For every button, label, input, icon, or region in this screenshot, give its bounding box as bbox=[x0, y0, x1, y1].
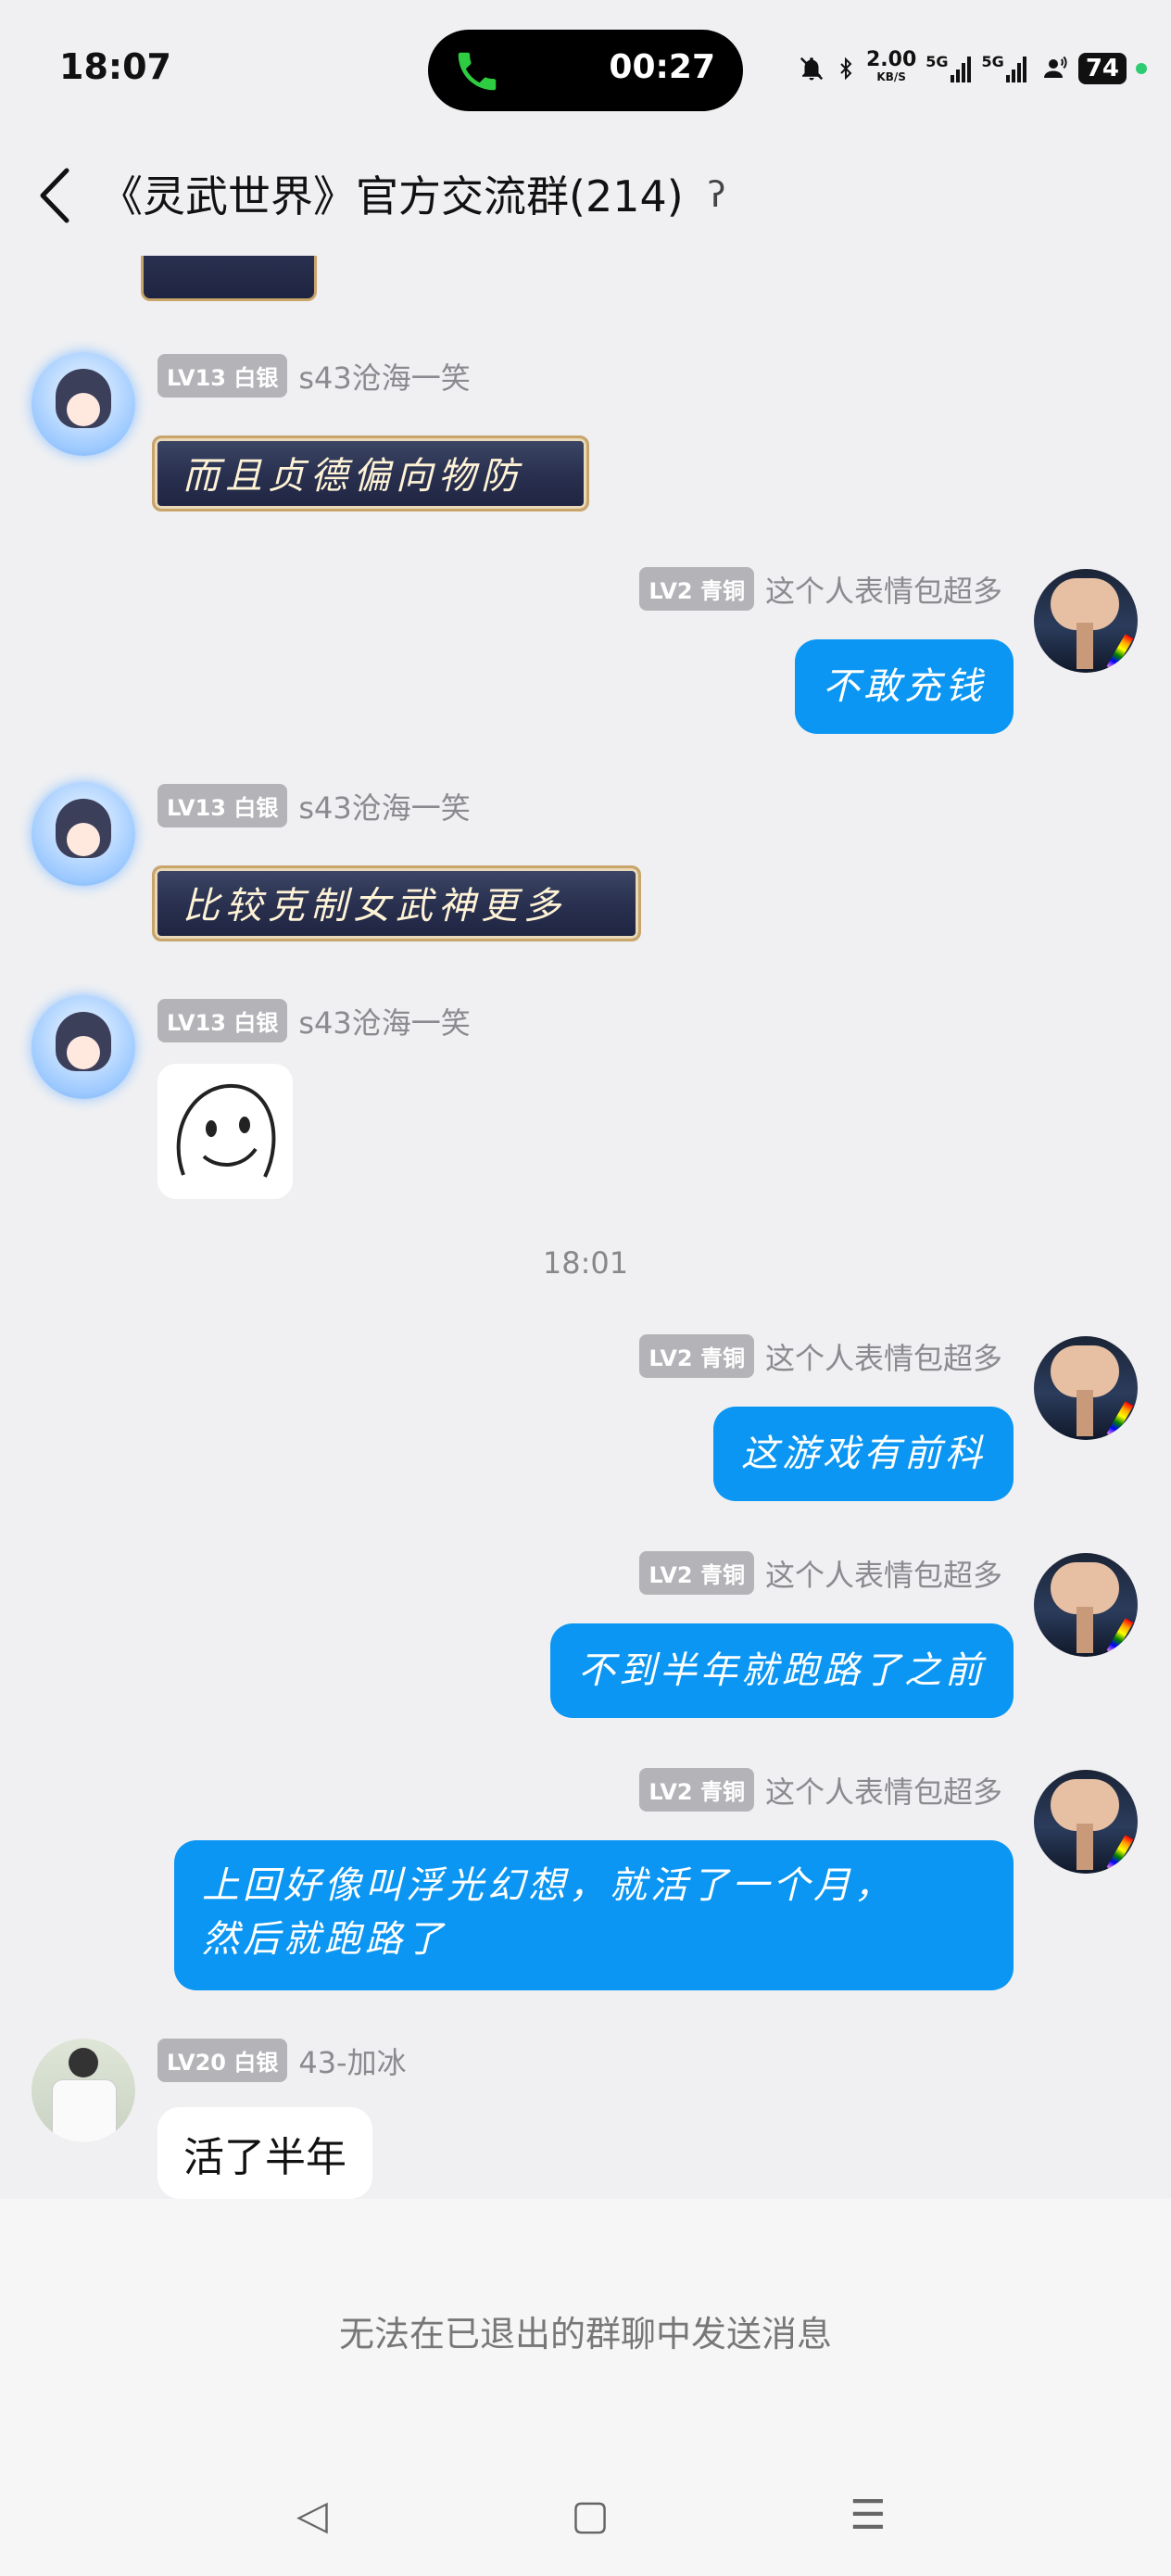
chat-title: 《灵武世界》官方交流群(214) bbox=[100, 171, 684, 221]
ear-icon[interactable]: ʔ bbox=[708, 174, 725, 215]
sender-name[interactable]: 这个人表情包超多 bbox=[765, 568, 1002, 611]
avatar[interactable] bbox=[31, 2039, 135, 2142]
status-time: 18:07 bbox=[59, 46, 171, 87]
level-badge: LV13 白银 bbox=[157, 354, 288, 398]
sender-name[interactable]: 43-加冰 bbox=[298, 2039, 406, 2082]
level-badge: LV2 青铜 bbox=[639, 1551, 754, 1595]
speed-unit: KB/S bbox=[876, 70, 906, 83]
sender-meta: LV13 白银 s43沧海一笑 bbox=[157, 999, 471, 1042]
level-badge: LV13 白银 bbox=[157, 999, 288, 1042]
sender-meta: LV13 白银 s43沧海一笑 bbox=[157, 354, 471, 398]
network-label-2: 5G bbox=[981, 52, 1004, 70]
level-badge: LV20 白银 bbox=[157, 2039, 288, 2082]
sender-name[interactable]: s43沧海一笑 bbox=[298, 1000, 470, 1042]
smirk-face-sticker[interactable] bbox=[157, 1064, 293, 1199]
call-duration: 00:27 bbox=[609, 48, 715, 86]
speed-value: 2.00 bbox=[866, 48, 917, 71]
sender-meta: LV2 青铜 这个人表情包超多 bbox=[639, 1768, 1002, 1812]
signal-icon bbox=[950, 57, 971, 82]
sender-name[interactable]: s43沧海一笑 bbox=[298, 785, 470, 827]
nav-menu-icon[interactable]: ☰ bbox=[845, 2493, 891, 2539]
sender-name[interactable]: 这个人表情包超多 bbox=[765, 1552, 1002, 1595]
bluetooth-icon bbox=[840, 57, 852, 81]
back-chevron-icon[interactable] bbox=[33, 165, 76, 226]
message-bubble[interactable]: 不敢充钱 bbox=[795, 639, 1014, 734]
mute-bell-icon bbox=[800, 57, 824, 81]
sender-meta: LV2 青铜 这个人表情包超多 bbox=[639, 1334, 1002, 1378]
phone-icon bbox=[458, 52, 497, 91]
sticker-partial bbox=[141, 256, 317, 301]
sender-meta: LV2 青铜 这个人表情包超多 bbox=[639, 567, 1002, 611]
message-bubble[interactable]: 这游戏有前科 bbox=[713, 1407, 1014, 1501]
level-badge: LV2 青铜 bbox=[639, 567, 754, 611]
sender-meta: LV20 白银 43-加冰 bbox=[157, 2039, 407, 2082]
sender-name[interactable]: 这个人表情包超多 bbox=[765, 1769, 1002, 1812]
sender-meta: LV2 青铜 这个人表情包超多 bbox=[639, 1551, 1002, 1595]
avatar[interactable] bbox=[1034, 1336, 1138, 1440]
avatar[interactable] bbox=[31, 352, 135, 456]
sender-name[interactable]: s43沧海一笑 bbox=[298, 355, 470, 398]
level-badge: LV2 青铜 bbox=[639, 1334, 754, 1378]
message-bubble[interactable]: 不到半年就跑路了之前 bbox=[550, 1623, 1014, 1718]
nav-home-icon[interactable]: ▢ bbox=[567, 2493, 613, 2539]
sender-meta: LV13 白银 s43沧海一笑 bbox=[157, 784, 471, 827]
avatar[interactable] bbox=[1034, 1770, 1138, 1874]
message-bubble[interactable]: 活了半年 bbox=[157, 2107, 372, 2199]
message-line: 上回好像叫浮光幻想，就活了一个月， bbox=[202, 1864, 895, 1907]
timestamp: 18:01 bbox=[542, 1245, 629, 1281]
message-bubble[interactable]: 上回好像叫浮光幻想，就活了一个月， 然后就跑路了 bbox=[174, 1840, 1014, 1990]
battery-icon: 74 bbox=[1077, 53, 1127, 84]
signal-icon-2 bbox=[1005, 57, 1026, 82]
headset-icon bbox=[1043, 56, 1067, 78]
call-pill[interactable]: 00:27 bbox=[428, 30, 743, 111]
avatar[interactable] bbox=[1034, 569, 1138, 673]
level-badge: LV2 青铜 bbox=[639, 1768, 754, 1812]
level-badge: LV13 白银 bbox=[157, 784, 288, 827]
avatar[interactable] bbox=[31, 782, 135, 886]
sticker-message[interactable]: 比较克制女武神更多 bbox=[152, 865, 641, 941]
status-icons: 2.00 KB/S 5G 5G 74 bbox=[798, 48, 1147, 89]
sender-name[interactable]: 这个人表情包超多 bbox=[765, 1335, 1002, 1378]
nav-back-icon[interactable]: ◁ bbox=[289, 2493, 335, 2539]
disabled-notice: 无法在已退出的群聊中发送消息 bbox=[338, 2314, 832, 2355]
avatar[interactable] bbox=[1034, 1553, 1138, 1657]
sticker-message[interactable]: 而且贞德偏向物防 bbox=[152, 436, 589, 511]
green-dot-icon bbox=[1136, 63, 1147, 74]
network-label: 5G bbox=[925, 52, 949, 70]
message-line: 然后就跑路了 bbox=[202, 1918, 447, 1961]
avatar[interactable] bbox=[31, 995, 135, 1099]
